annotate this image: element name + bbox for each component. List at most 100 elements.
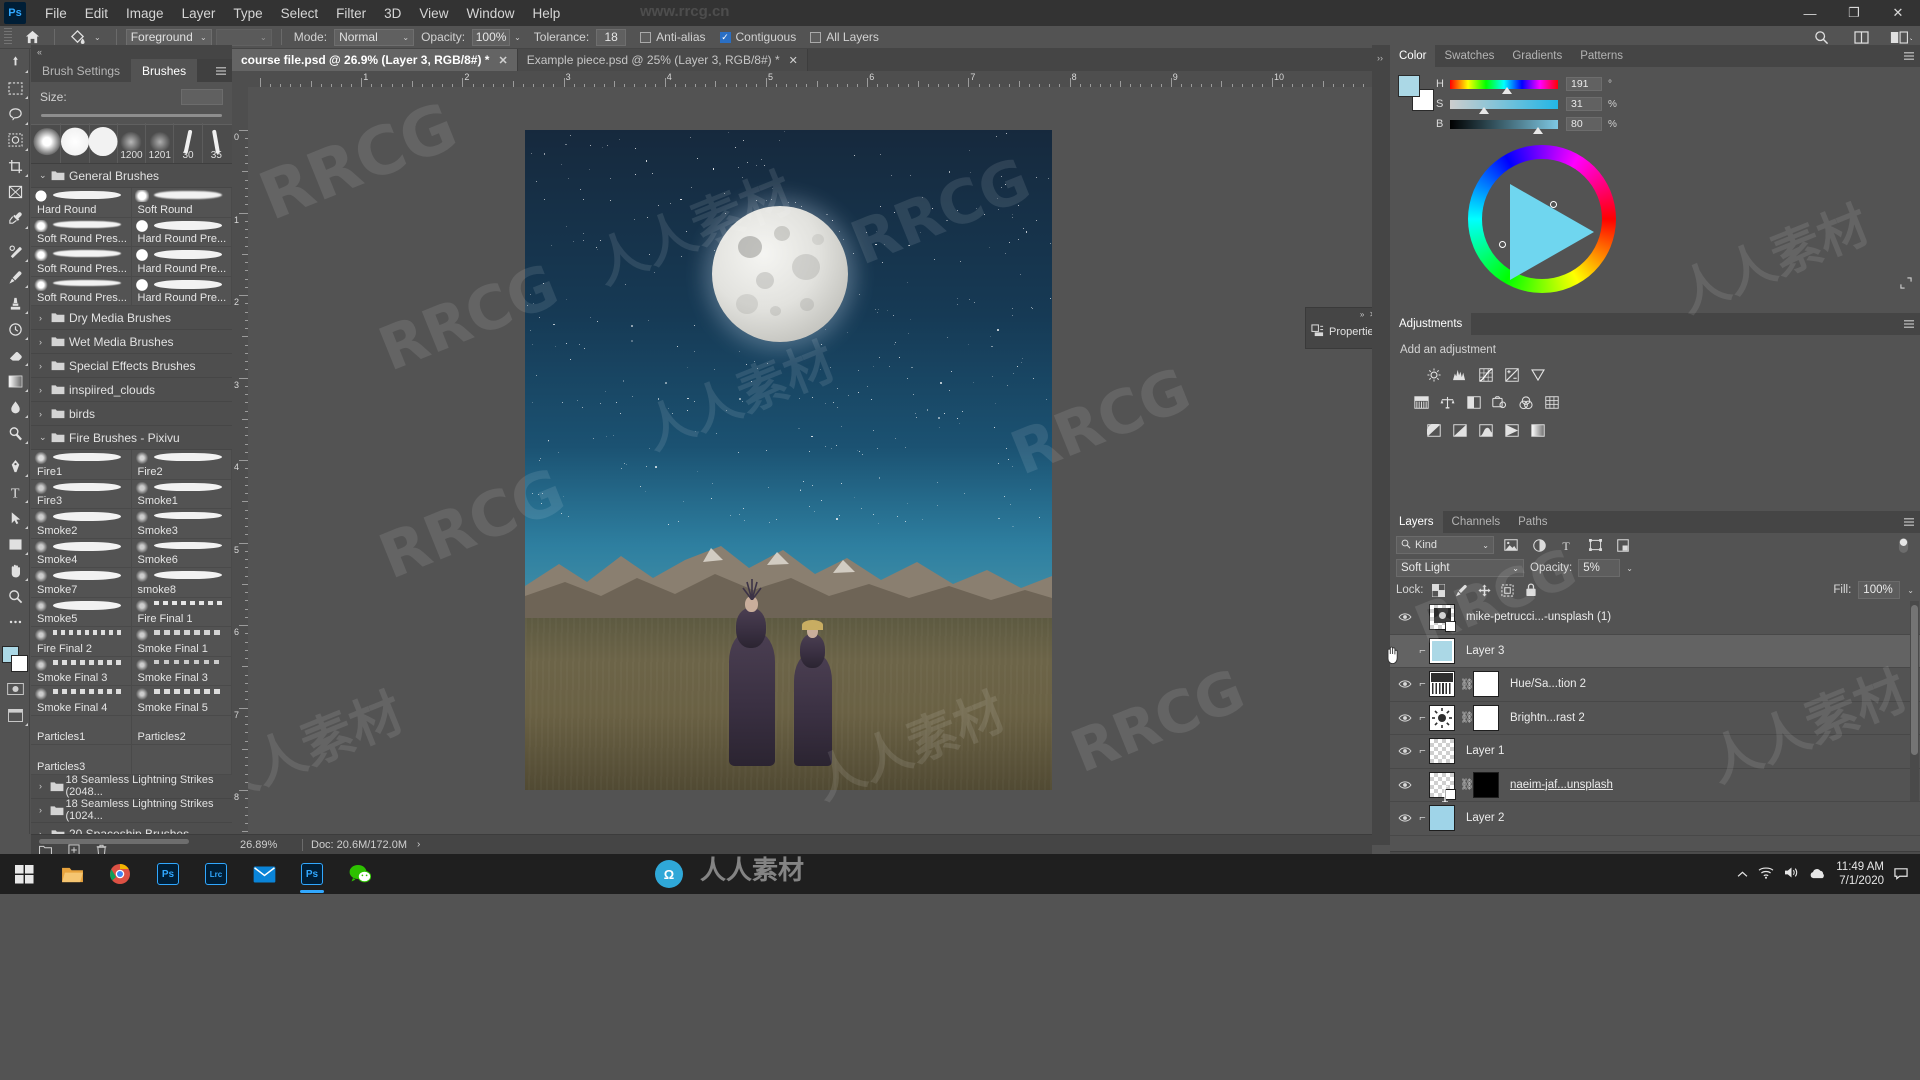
recent-brush-1201[interactable]: 1201 — [146, 123, 174, 163]
quickmask-tool[interactable] — [0, 676, 30, 702]
brush-group-special-effects[interactable]: › Special Effects Brushes — [31, 354, 232, 378]
menu-select[interactable]: Select — [272, 2, 328, 25]
filter-type-icon[interactable]: T — [1556, 535, 1578, 555]
path-selection-tool[interactable] — [0, 505, 30, 531]
brush-item[interactable]: Fire2 — [132, 450, 233, 480]
wechat-icon[interactable] — [336, 854, 384, 894]
close-icon[interactable]: ✕ — [498, 54, 507, 67]
brush-item[interactable]: Smoke Final 5 — [132, 686, 233, 716]
brightness-slider[interactable] — [1450, 120, 1558, 129]
brush-group-dry-media[interactable]: › Dry Media Brushes — [31, 306, 232, 330]
vertical-ruler[interactable]: 012345678 — [232, 87, 248, 834]
brightness-contrast-icon[interactable] — [1422, 364, 1445, 385]
photoshop-running-icon[interactable]: Ps — [288, 854, 336, 894]
arrange-documents-icon[interactable] — [1848, 27, 1874, 47]
menu-filter[interactable]: Filter — [327, 2, 375, 25]
type-tool[interactable]: T — [0, 479, 30, 505]
move-tool[interactable] — [0, 49, 30, 75]
close-button[interactable]: ✕ — [1876, 0, 1920, 26]
curves-icon[interactable] — [1474, 364, 1497, 385]
gradient-map-icon[interactable] — [1500, 420, 1523, 441]
clone-stamp-tool[interactable] — [0, 290, 30, 316]
brush-group-lightning-2048[interactable]: › 18 Seamless Lightning Strikes (2048... — [31, 775, 232, 799]
fill-chevron-icon[interactable]: ⌄ — [1907, 586, 1914, 595]
chrome-icon[interactable] — [96, 854, 144, 894]
brush-item[interactable]: Fire1 — [31, 450, 132, 480]
brush-item[interactable]: Smoke6 — [132, 539, 233, 569]
levels-icon[interactable] — [1448, 364, 1471, 385]
eyedropper-tool[interactable] — [0, 205, 30, 231]
layer-visibility-toggle[interactable] — [1394, 746, 1416, 756]
threshold-icon[interactable] — [1474, 420, 1497, 441]
posterize-icon[interactable] — [1448, 420, 1471, 441]
lock-position-icon[interactable] — [1477, 582, 1493, 598]
lock-artboard-icon[interactable] — [1500, 582, 1516, 598]
brush-item[interactable]: smoke8 — [132, 568, 233, 598]
brush-item[interactable]: Smoke1 — [132, 480, 233, 510]
black-white-icon[interactable] — [1462, 392, 1485, 413]
brush-group-birds[interactable]: › birds — [31, 402, 232, 426]
crop-tool[interactable] — [0, 153, 30, 179]
home-icon[interactable] — [19, 27, 45, 47]
table-row[interactable]: ⌐ ⛓ Hue/Sa...tion 2 — [1390, 668, 1920, 702]
brush-item[interactable]: Smoke5 — [31, 598, 132, 628]
brush-item[interactable]: Particles1 — [31, 716, 132, 746]
recent-brush-3[interactable] — [90, 123, 118, 163]
panel-menu-icon[interactable] — [1898, 511, 1920, 533]
vibrance-icon[interactable] — [1526, 364, 1549, 385]
layers-scrollbar[interactable] — [1910, 601, 1919, 801]
brush-group-inspiired-clouds[interactable]: › inspiired_clouds — [31, 378, 232, 402]
selective-color-icon[interactable] — [1526, 420, 1549, 441]
foreground-background-color[interactable] — [0, 642, 30, 676]
maximize-button[interactable]: ❐ — [1832, 0, 1876, 26]
layer-visibility-toggle[interactable] — [1394, 780, 1416, 790]
layer-thumbnail[interactable] — [1429, 638, 1455, 664]
layer-thumbnail-brightness[interactable] — [1429, 705, 1455, 731]
options-bar-grip[interactable] — [4, 28, 12, 46]
blend-mode-select[interactable]: Normal ⌄ — [334, 29, 414, 46]
brush-group-wet-media[interactable]: › Wet Media Brushes — [31, 330, 232, 354]
gradient-tool[interactable] — [0, 368, 30, 394]
tool-preset-chevron-icon[interactable]: ⌄ — [94, 33, 101, 42]
layer-filter-kind-select[interactable]: Kind ⌄ — [1396, 536, 1494, 554]
history-brush-tool[interactable] — [0, 316, 30, 342]
properties-panel-tab[interactable]: Properties — [1306, 320, 1372, 344]
exposure-icon[interactable] — [1500, 364, 1523, 385]
brush-item[interactable]: Smoke Final 4 — [31, 686, 132, 716]
table-row[interactable]: mike-petrucci...-unsplash (1) — [1390, 601, 1920, 635]
layer-thumbnail[interactable] — [1429, 604, 1455, 630]
menu-image[interactable]: Image — [117, 2, 173, 25]
layer-thumbnail-hue-saturation[interactable] — [1429, 671, 1455, 697]
onedrive-icon[interactable] — [1809, 867, 1826, 882]
tab-brush-settings[interactable]: Brush Settings — [31, 59, 131, 82]
brush-tool[interactable] — [0, 264, 30, 290]
mask-link-icon[interactable]: ⛓ — [1460, 678, 1473, 691]
lock-all-icon[interactable] — [1523, 582, 1539, 598]
recent-brush-1200[interactable]: 1200 — [118, 123, 146, 163]
menu-edit[interactable]: Edit — [76, 2, 117, 25]
brush-group-fire-brushes-pixivu[interactable]: ⌄ Fire Brushes - Pixivu — [31, 426, 232, 450]
table-row[interactable]: ⌐ ⛓ Brightn...rast 2 — [1390, 702, 1920, 736]
dock-collapse-icon[interactable]: « — [31, 45, 232, 59]
document-tab-course-file[interactable]: course file.psd @ 26.9% (Layer 3, RGB/8#… — [232, 49, 518, 71]
dodge-tool[interactable] — [0, 420, 30, 446]
color-lookup-icon[interactable] — [1540, 392, 1563, 413]
brush-item[interactable]: Particles3 — [31, 745, 132, 775]
brush-item[interactable]: Particles2 — [132, 716, 233, 746]
brush-size-slider[interactable] — [41, 114, 222, 117]
panel-menu-icon[interactable] — [1898, 45, 1920, 67]
tab-adjustments[interactable]: Adjustments — [1390, 313, 1471, 335]
brush-item[interactable]: Hard Round Pre... — [132, 277, 233, 307]
tab-swatches[interactable]: Swatches — [1435, 45, 1503, 67]
hue-slider[interactable] — [1450, 80, 1558, 89]
right-dock-collapse-bar[interactable]: ›› — [1372, 45, 1390, 845]
brushes-horizontal-scrollbar[interactable] — [39, 839, 189, 844]
eraser-tool[interactable] — [0, 342, 30, 368]
menu-layer[interactable]: Layer — [173, 2, 225, 25]
layer-opacity-input[interactable]: 5% — [1578, 559, 1620, 577]
hue-value-input[interactable]: 191 — [1566, 77, 1602, 91]
tab-paths[interactable]: Paths — [1509, 511, 1556, 533]
brush-item[interactable]: Smoke4 — [31, 539, 132, 569]
mask-link-icon[interactable]: ⛓ — [1460, 711, 1473, 724]
invert-icon[interactable] — [1422, 420, 1445, 441]
